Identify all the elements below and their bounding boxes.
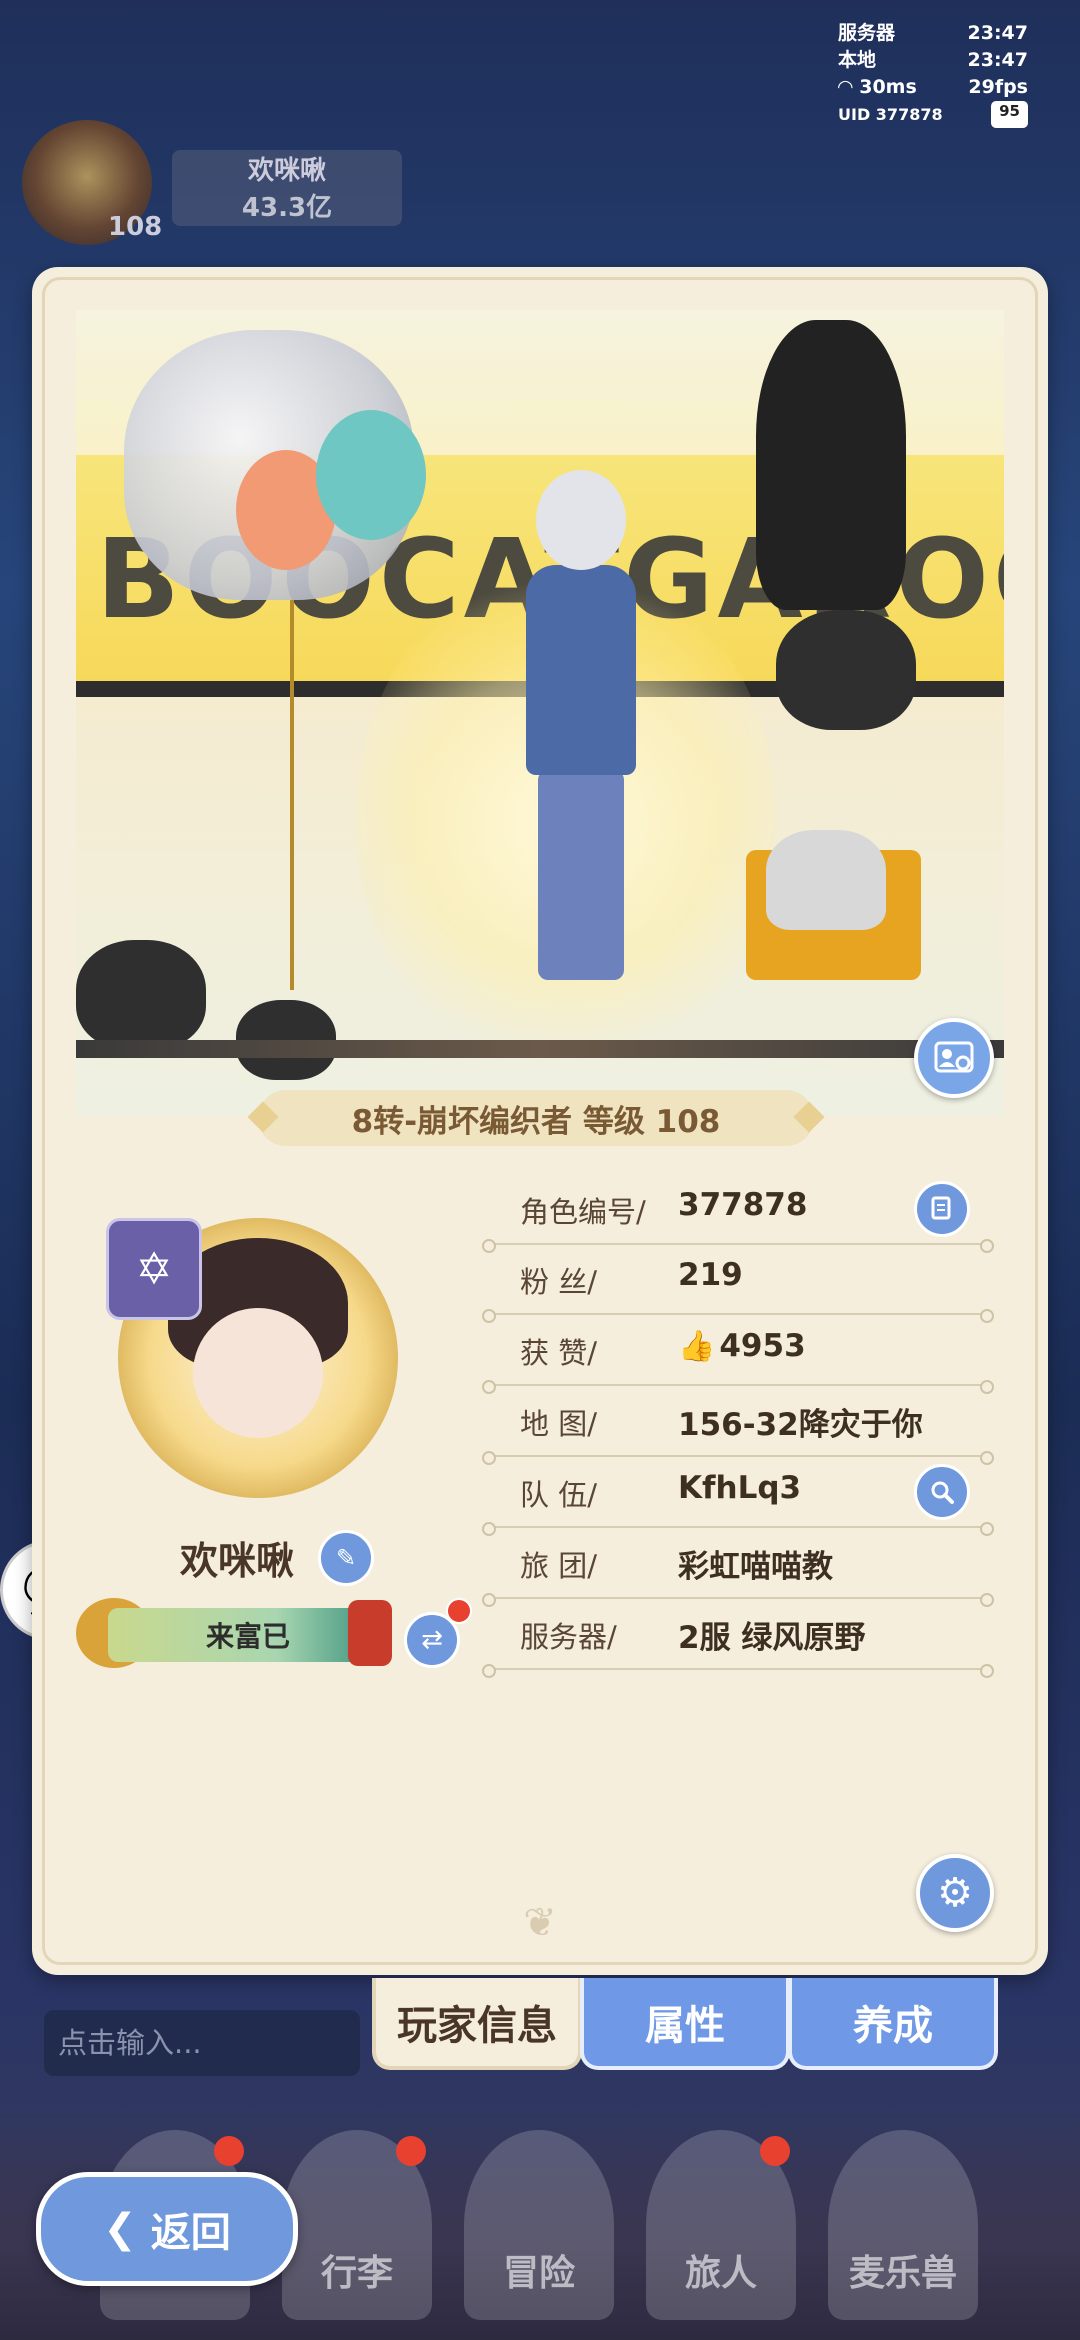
stage-floor [76,1040,1004,1058]
balloon-egg-teal [316,410,426,540]
black-cat-pet [76,940,206,1050]
background-player-name: 欢咪啾 [247,156,326,186]
nav-luggage[interactable]: 行李 [282,2130,432,2320]
row-divider [482,1664,994,1678]
status-hud: 服务器 23:47 本地 23:47 ◠ 30ms 29fps UID 377878 9… [838,20,1028,128]
crow-pet [756,320,906,610]
ping-readout: ◠ 30ms [838,76,917,98]
nameplate-ornament-right [348,1600,392,1666]
balloon-string [290,600,294,990]
player-character [506,470,656,990]
character-body [526,565,636,775]
star-emblem-icon: ✡ [106,1218,202,1320]
pencil-icon[interactable]: ✎ [318,1530,374,1586]
grey-cat-pet [766,830,886,930]
notification-dot [214,2136,244,2166]
row-divider [482,1593,994,1607]
back-label: 返回 [150,2210,231,2256]
info-row-fans: 粉 丝/ 219 [482,1245,998,1323]
nameplate: 来富已 [108,1608,388,1662]
character-showcase: BOOCATGAROO [76,310,1004,1116]
notification-dot [760,2136,790,2166]
info-label: 地 图/ [520,1407,597,1441]
chevron-left-icon: ❮ [103,2206,137,2252]
profile-card-icon[interactable] [914,1018,994,1098]
info-row-team: 队 伍/ KfhLq3 [482,1458,998,1536]
black-cat-pet [776,610,916,730]
back-button[interactable]: ❮ 返回 [36,2172,298,2286]
info-label: 粉 丝/ [520,1265,597,1299]
tab-player-info[interactable]: 玩家信息 [372,1978,582,2070]
row-divider [482,1451,994,1465]
notification-dot [396,2136,426,2166]
job-level-text: 8转-崩坏编织者 等级 108 [351,1103,721,1140]
player-name: 欢咪啾 [180,1539,295,1583]
nav-luggage-label: 行李 [320,2253,393,2294]
local-label: 本地 [838,49,877,71]
character-head [536,470,626,570]
info-row-likes: 获 赞/ 👍 4953 [482,1316,998,1394]
nav-pet-label: 麦乐兽 [848,2253,957,2294]
tab-attributes[interactable]: 属性 [580,1978,790,2070]
row-divider [482,1309,994,1323]
likes-value-wrap: 👍 4953 [678,1328,806,1364]
fps-readout: 29fps [968,76,1028,98]
info-value: 156-32降灾于你 [678,1407,923,1443]
info-value: 377878 [678,1187,808,1223]
info-row-server: 服务器/ 2服 绿风原野 [482,1600,998,1678]
background-player-plate: 欢咪啾 43.3亿 108 [22,120,402,250]
local-time: 23:47 [967,49,1028,71]
search-icon[interactable] [914,1464,970,1520]
nav-adventure-label: 冒险 [502,2253,575,2294]
thumbs-up-icon: 👍 [678,1329,716,1364]
nameplate-text: 来富已 [205,1620,290,1653]
job-level-ribbon: 8转-崩坏编织者 等级 108 [247,1090,825,1146]
server-label: 服务器 [838,22,896,44]
character-legs [538,770,624,980]
nav-adventure[interactable]: 冒险 [464,2130,614,2320]
uid-readout: UID 377878 [838,105,943,124]
copy-icon[interactable] [914,1181,970,1237]
info-value: 4953 [719,1328,806,1364]
info-label: 角色编号/ [520,1195,646,1229]
info-row-guild: 旅 团/ 彩虹喵喵教 [482,1529,998,1607]
background-player-power: 43.3亿 [241,193,333,223]
info-value: KfhLq3 [678,1470,802,1506]
info-row-role-id: 角色编号/ 377878 [482,1175,998,1253]
tab-cultivate[interactable]: 养成 [788,1978,998,2070]
nav-pet[interactable]: 麦乐兽 [828,2130,978,2320]
avatar-face [193,1308,323,1438]
info-value: 219 [678,1257,743,1293]
info-row-map: 地 图/ 156-32降灾于你 [482,1387,998,1465]
panel-bottom-ornament: ❦ [523,1900,557,1946]
background-name-box: 欢咪啾 43.3亿 [172,150,402,226]
background-player-level: 108 [108,212,163,242]
wifi-icon: ◠ [838,76,860,98]
info-label: 旅 团/ [520,1549,597,1583]
info-value: 2服 绿风原野 [678,1620,866,1656]
chat-input[interactable]: 点击输入... [44,2010,360,2076]
battery-badge: 95 [991,101,1028,128]
player-avatar[interactable]: ✡ [98,1198,418,1508]
nav-traveler-label: 旅人 [684,2253,757,2294]
server-time: 23:47 [967,22,1028,44]
row-divider [482,1522,994,1536]
gear-icon[interactable]: ⚙ [916,1854,994,1932]
nav-traveler[interactable]: 旅人 [646,2130,796,2320]
notification-dot [446,1598,472,1624]
info-label: 获 赞/ [520,1336,597,1370]
row-divider [482,1380,994,1394]
info-label: 服务器/ [520,1620,617,1654]
info-value: 彩虹喵喵教 [678,1549,833,1585]
info-label: 队 伍/ [520,1478,597,1512]
